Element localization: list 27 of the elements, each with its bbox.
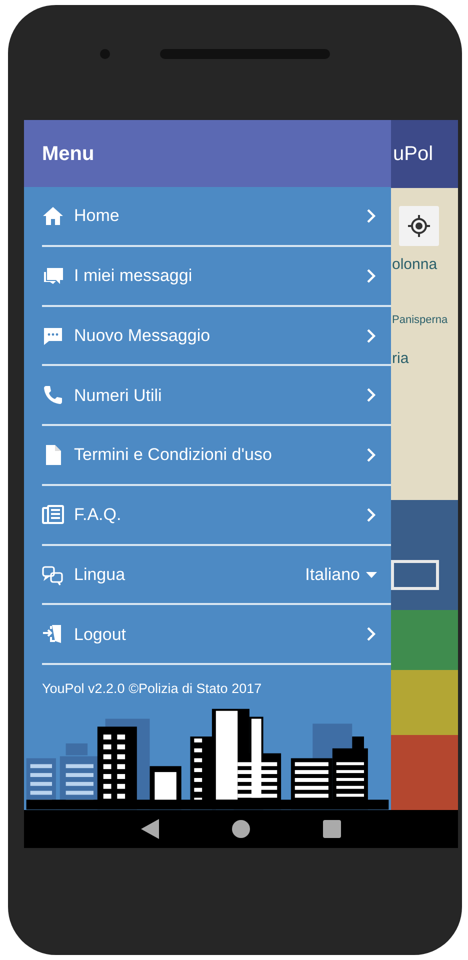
chevron-right-icon (365, 447, 377, 464)
map-label: olonna (392, 255, 438, 275)
translate-icon (42, 564, 64, 586)
caret-down-icon (366, 572, 377, 578)
language-menu-item[interactable]: Lingua Italiano (42, 546, 391, 606)
back-icon[interactable] (140, 819, 159, 839)
locate-button[interactable] (399, 206, 439, 246)
chevron-right-icon (365, 268, 377, 284)
drawer-title: Menu (24, 120, 391, 188)
house-icon (42, 205, 64, 228)
language-dropdown[interactable]: Italiano (305, 562, 360, 588)
chevron-right-icon (365, 208, 377, 224)
version-footer: YouPol v2.2.0 ©Polizia di Stato 2017 (24, 665, 391, 700)
chevron-right-icon (365, 387, 377, 404)
crosshair-icon (407, 214, 431, 238)
app-title: uPol (393, 142, 434, 167)
chevron-right-icon (365, 626, 377, 642)
map-label: Panisperna (392, 313, 448, 328)
phone-icon (42, 384, 64, 406)
chevron-right-icon (365, 328, 377, 344)
outlined-field[interactable] (391, 560, 439, 590)
logout-door-icon (42, 623, 64, 646)
chevron-right-icon (365, 506, 377, 523)
map-label: ria (392, 349, 409, 369)
newspaper-icon (42, 504, 64, 526)
home-circle-icon[interactable] (232, 820, 250, 838)
recents-square-icon[interactable] (323, 820, 342, 838)
